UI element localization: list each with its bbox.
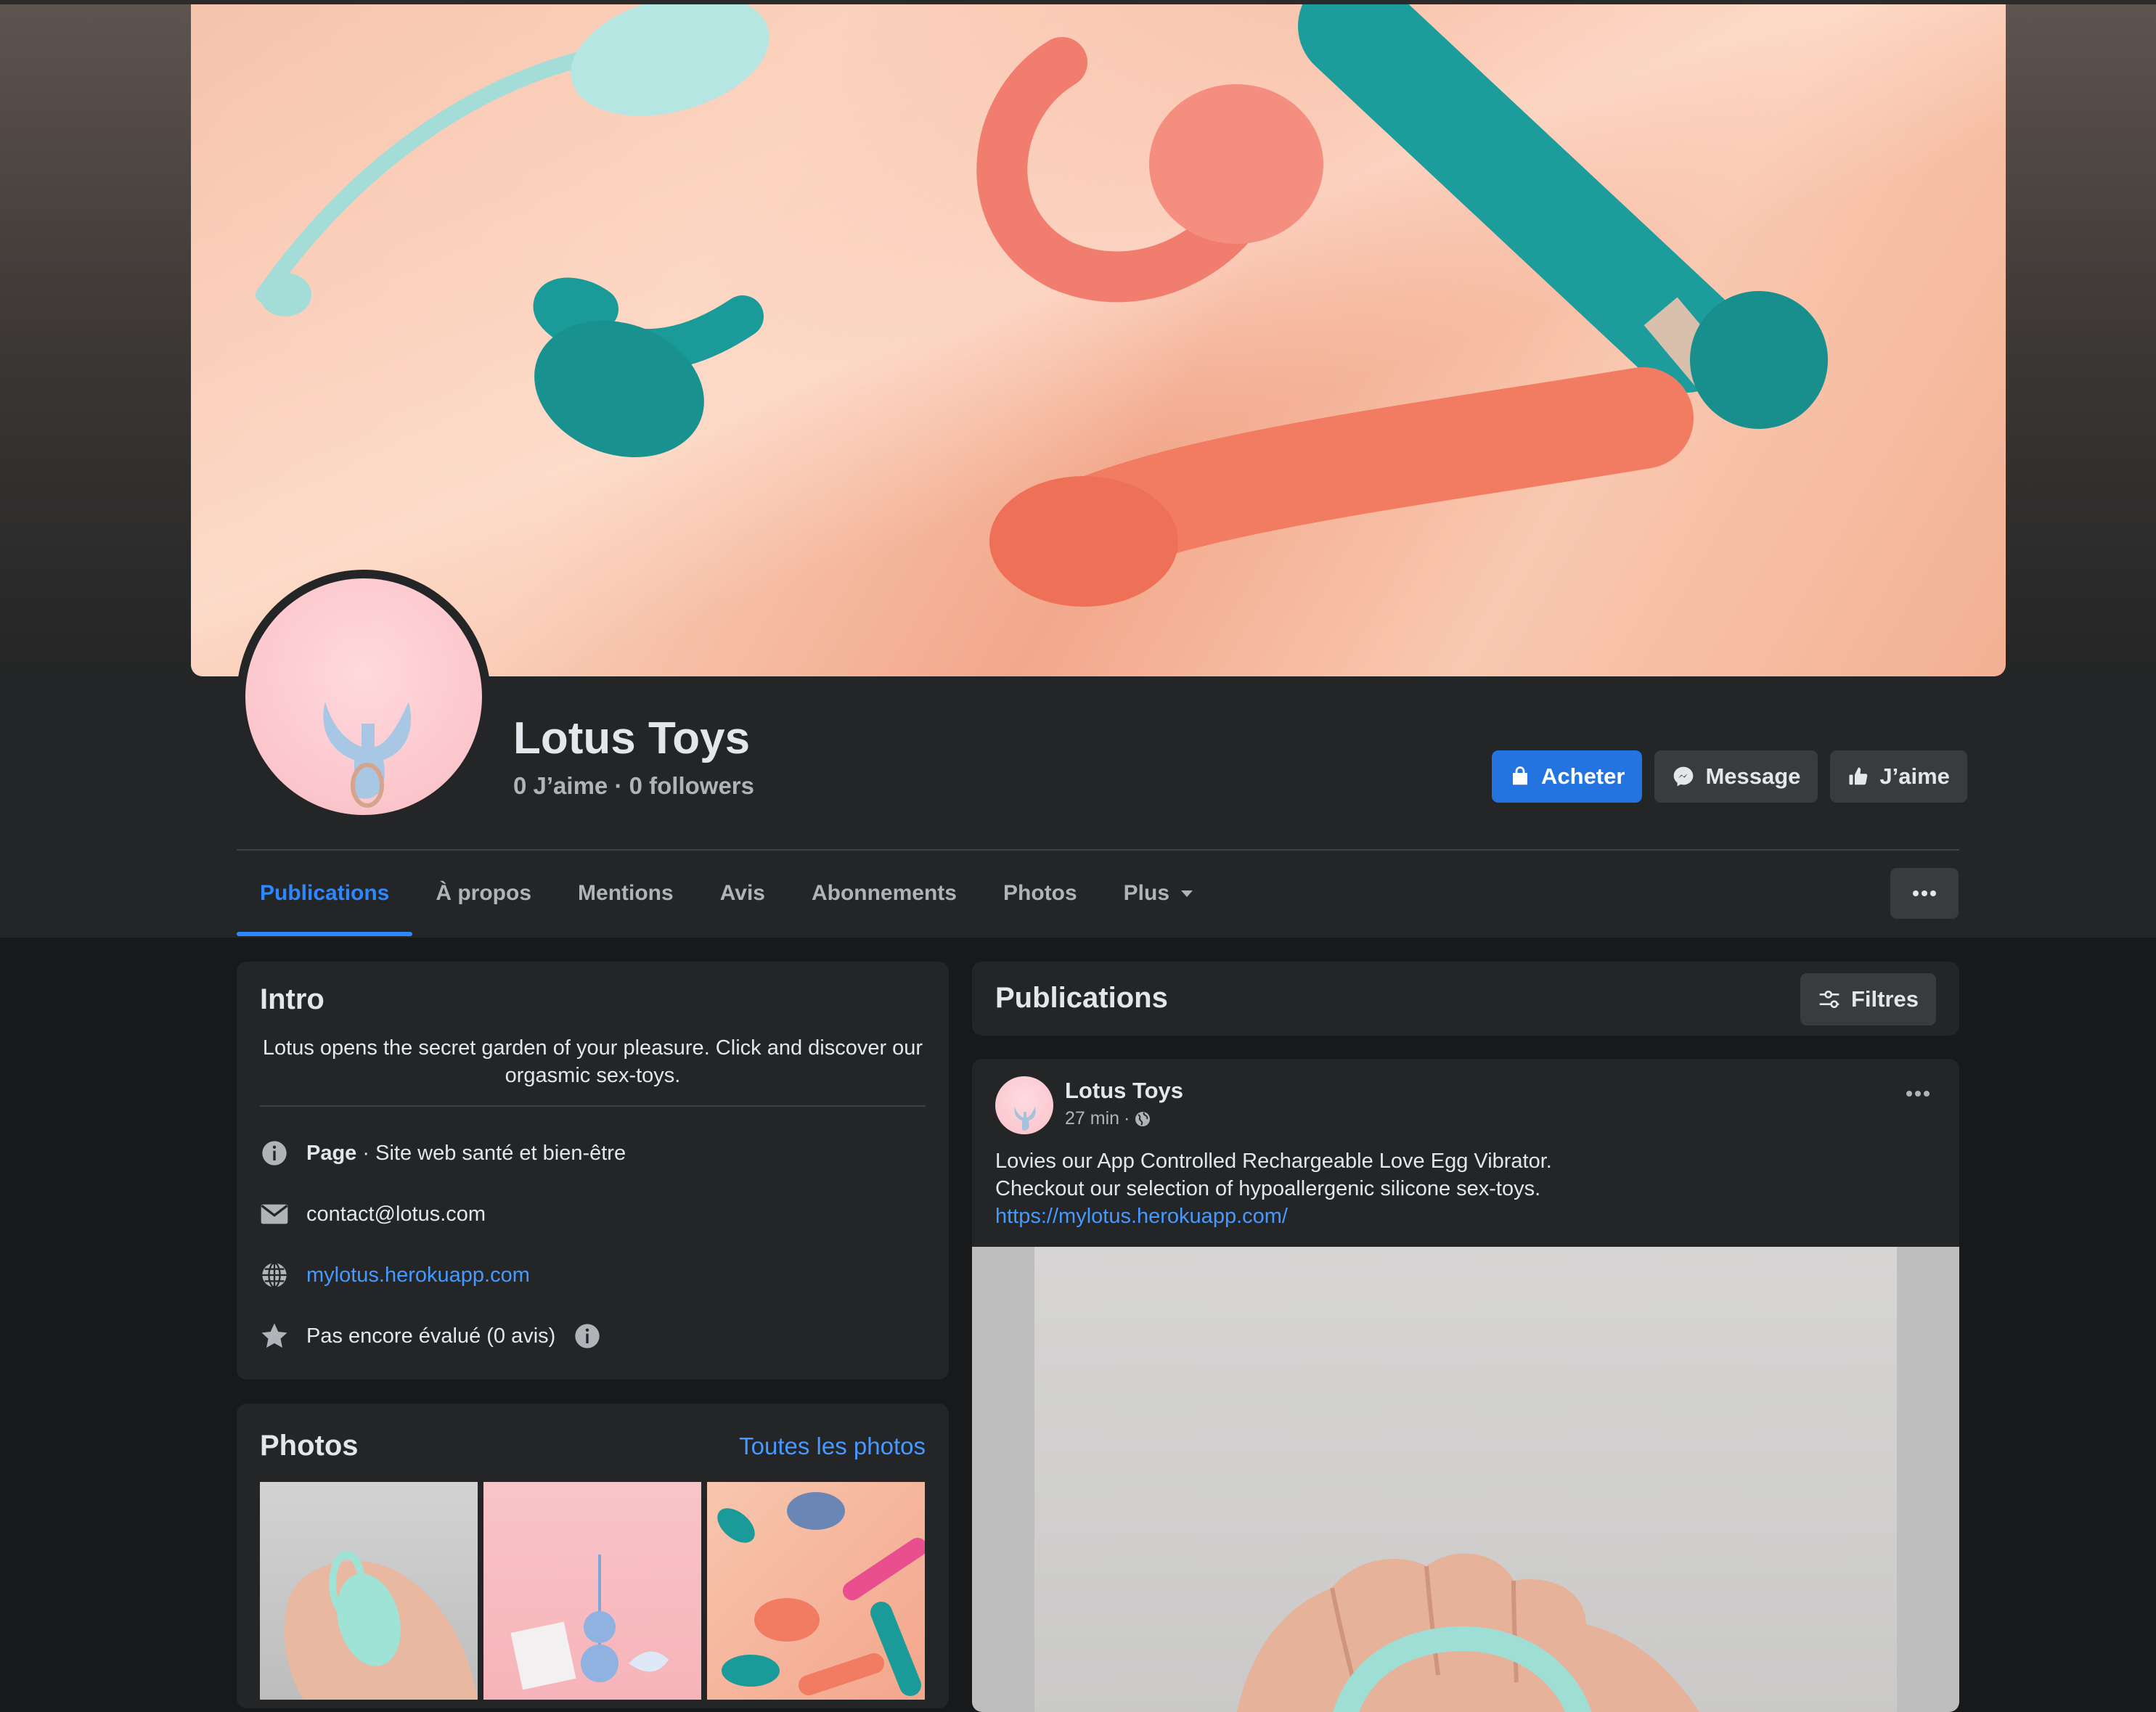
post-text: Lovies our App Controlled Rechargeable L… [995, 1147, 1552, 1230]
cover-photo-art [191, 4, 2006, 676]
photos-card: Photos Toutes les photos [237, 1404, 949, 1708]
intro-divider [260, 1105, 926, 1107]
buy-button-label: Acheter [1541, 763, 1625, 789]
intro-description: Lotus opens the secret garden of your pl… [262, 1036, 923, 1087]
info-row-website: mylotus.herokuapp.com [260, 1261, 530, 1290]
post-card: Lotus Toys 27 min · Lovies our App Contr… [972, 1059, 1959, 1712]
intro-card: Intro Lotus opens the secret garden of y… [237, 962, 949, 1380]
tab-plus[interactable]: Plus [1101, 851, 1217, 936]
category-text: Page · Site web santé et bien-être [306, 1142, 626, 1166]
buy-button[interactable]: Acheter [1492, 750, 1643, 803]
tab-publications[interactable]: Publications [237, 851, 413, 936]
intro-title: Intro [260, 983, 324, 1015]
page-actions: Acheter Message J’aime [1492, 750, 1967, 803]
profile-avatar[interactable] [245, 578, 482, 815]
post-time[interactable]: 27 min [1065, 1108, 1119, 1129]
message-button[interactable]: Message [1654, 750, 1818, 803]
post-image-photo [1034, 1247, 1897, 1712]
post-author-name[interactable]: Lotus Toys [1065, 1078, 1183, 1104]
photo-thumbnail-2[interactable] [483, 1482, 701, 1700]
caret-down-icon [1181, 890, 1193, 897]
tab-a-propos[interactable]: À propos [412, 851, 555, 936]
rating-text: Pas encore évalué (0 avis) [306, 1324, 556, 1348]
like-page-button-label: J’aime [1879, 763, 1950, 789]
info-icon [260, 1139, 289, 1168]
kegel-balls-image [510, 1555, 669, 1690]
publications-title: Publications [995, 982, 1168, 1014]
globe-icon [1135, 1111, 1151, 1126]
shopping-bag-icon [1513, 766, 1527, 785]
photo-thumbnail-3[interactable] [707, 1482, 925, 1700]
more-options-button[interactable] [1890, 868, 1959, 919]
filters-sliders-icon [1819, 991, 1839, 1008]
category-label: Page [306, 1141, 357, 1165]
rating-info-icon[interactable] [573, 1322, 602, 1351]
email-text[interactable]: contact@lotus.com [306, 1203, 486, 1226]
post-meta: 27 min · [1065, 1108, 1151, 1129]
tab-label: Plus [1123, 881, 1170, 905]
hand-holding-egg-image [285, 1551, 478, 1700]
like-page-button[interactable]: J’aime [1830, 750, 1967, 803]
photos-title: Photos [260, 1430, 359, 1462]
lotus-logo-icon [323, 702, 412, 808]
filters-button[interactable]: Filtres [1800, 973, 1936, 1025]
info-row-email: contact@lotus.com [260, 1200, 486, 1229]
ellipsis-icon [1913, 890, 1936, 896]
star-icon [260, 1322, 289, 1351]
cover-photo[interactable] [191, 4, 2006, 676]
toys-collection-image [717, 1492, 925, 1696]
tab-photos[interactable]: Photos [980, 851, 1101, 936]
website-link[interactable]: mylotus.herokuapp.com [306, 1263, 530, 1287]
tab-label: Abonnements [811, 881, 957, 905]
tab-label: Avis [719, 881, 765, 905]
category-value: · Site web santé et bien-être [356, 1141, 626, 1165]
likes-count[interactable]: 0 J’aime [513, 772, 608, 799]
stats-separator: · [614, 772, 623, 799]
thumbs-up-icon [1849, 767, 1868, 785]
info-row-category: Page · Site web santé et bien-être [260, 1139, 626, 1168]
message-button-label: Message [1705, 763, 1801, 789]
messenger-icon [1674, 766, 1694, 787]
tab-label: Publications [260, 881, 390, 905]
see-all-photos-link[interactable]: Toutes les photos [739, 1433, 926, 1460]
page-tabs: Publications À propos Mentions Avis Abon… [237, 851, 1217, 936]
tab-label: À propos [436, 881, 532, 905]
publications-header-card: Publications Filtres [972, 962, 1959, 1036]
post-link[interactable]: https://mylotus.herokuapp.com/ [995, 1203, 1552, 1230]
tab-label: Mentions [578, 881, 674, 905]
tab-mentions[interactable]: Mentions [555, 851, 697, 936]
tab-abonnements[interactable]: Abonnements [788, 851, 980, 936]
tab-label: Photos [1003, 881, 1077, 905]
photo-thumbnail-1[interactable] [260, 1482, 478, 1700]
post-meta-separator: · [1124, 1108, 1130, 1129]
post-image[interactable] [972, 1247, 1959, 1712]
post-author-avatar[interactable] [995, 1076, 1053, 1134]
page-title: Lotus Toys [513, 713, 751, 763]
post-options-button[interactable] [1906, 1088, 1930, 1101]
info-row-rating: Pas encore évalué (0 avis) [260, 1322, 602, 1351]
followers-count[interactable]: 0 followers [629, 772, 754, 799]
lotus-logo-icon [1014, 1107, 1036, 1131]
post-text-line-2: Checkout our selection of hypoallergenic… [995, 1177, 1541, 1200]
ellipsis-icon [1906, 1091, 1930, 1097]
hand-holding-egg-image [1236, 1553, 1700, 1712]
filters-button-label: Filtres [1850, 986, 1919, 1012]
post-text-line-1: Lovies our App Controlled Rechargeable L… [995, 1150, 1552, 1173]
globe-icon [260, 1261, 289, 1290]
envelope-icon [260, 1200, 289, 1229]
tab-avis[interactable]: Avis [697, 851, 788, 936]
page-stats: 0 J’aime · 0 followers [513, 772, 754, 800]
